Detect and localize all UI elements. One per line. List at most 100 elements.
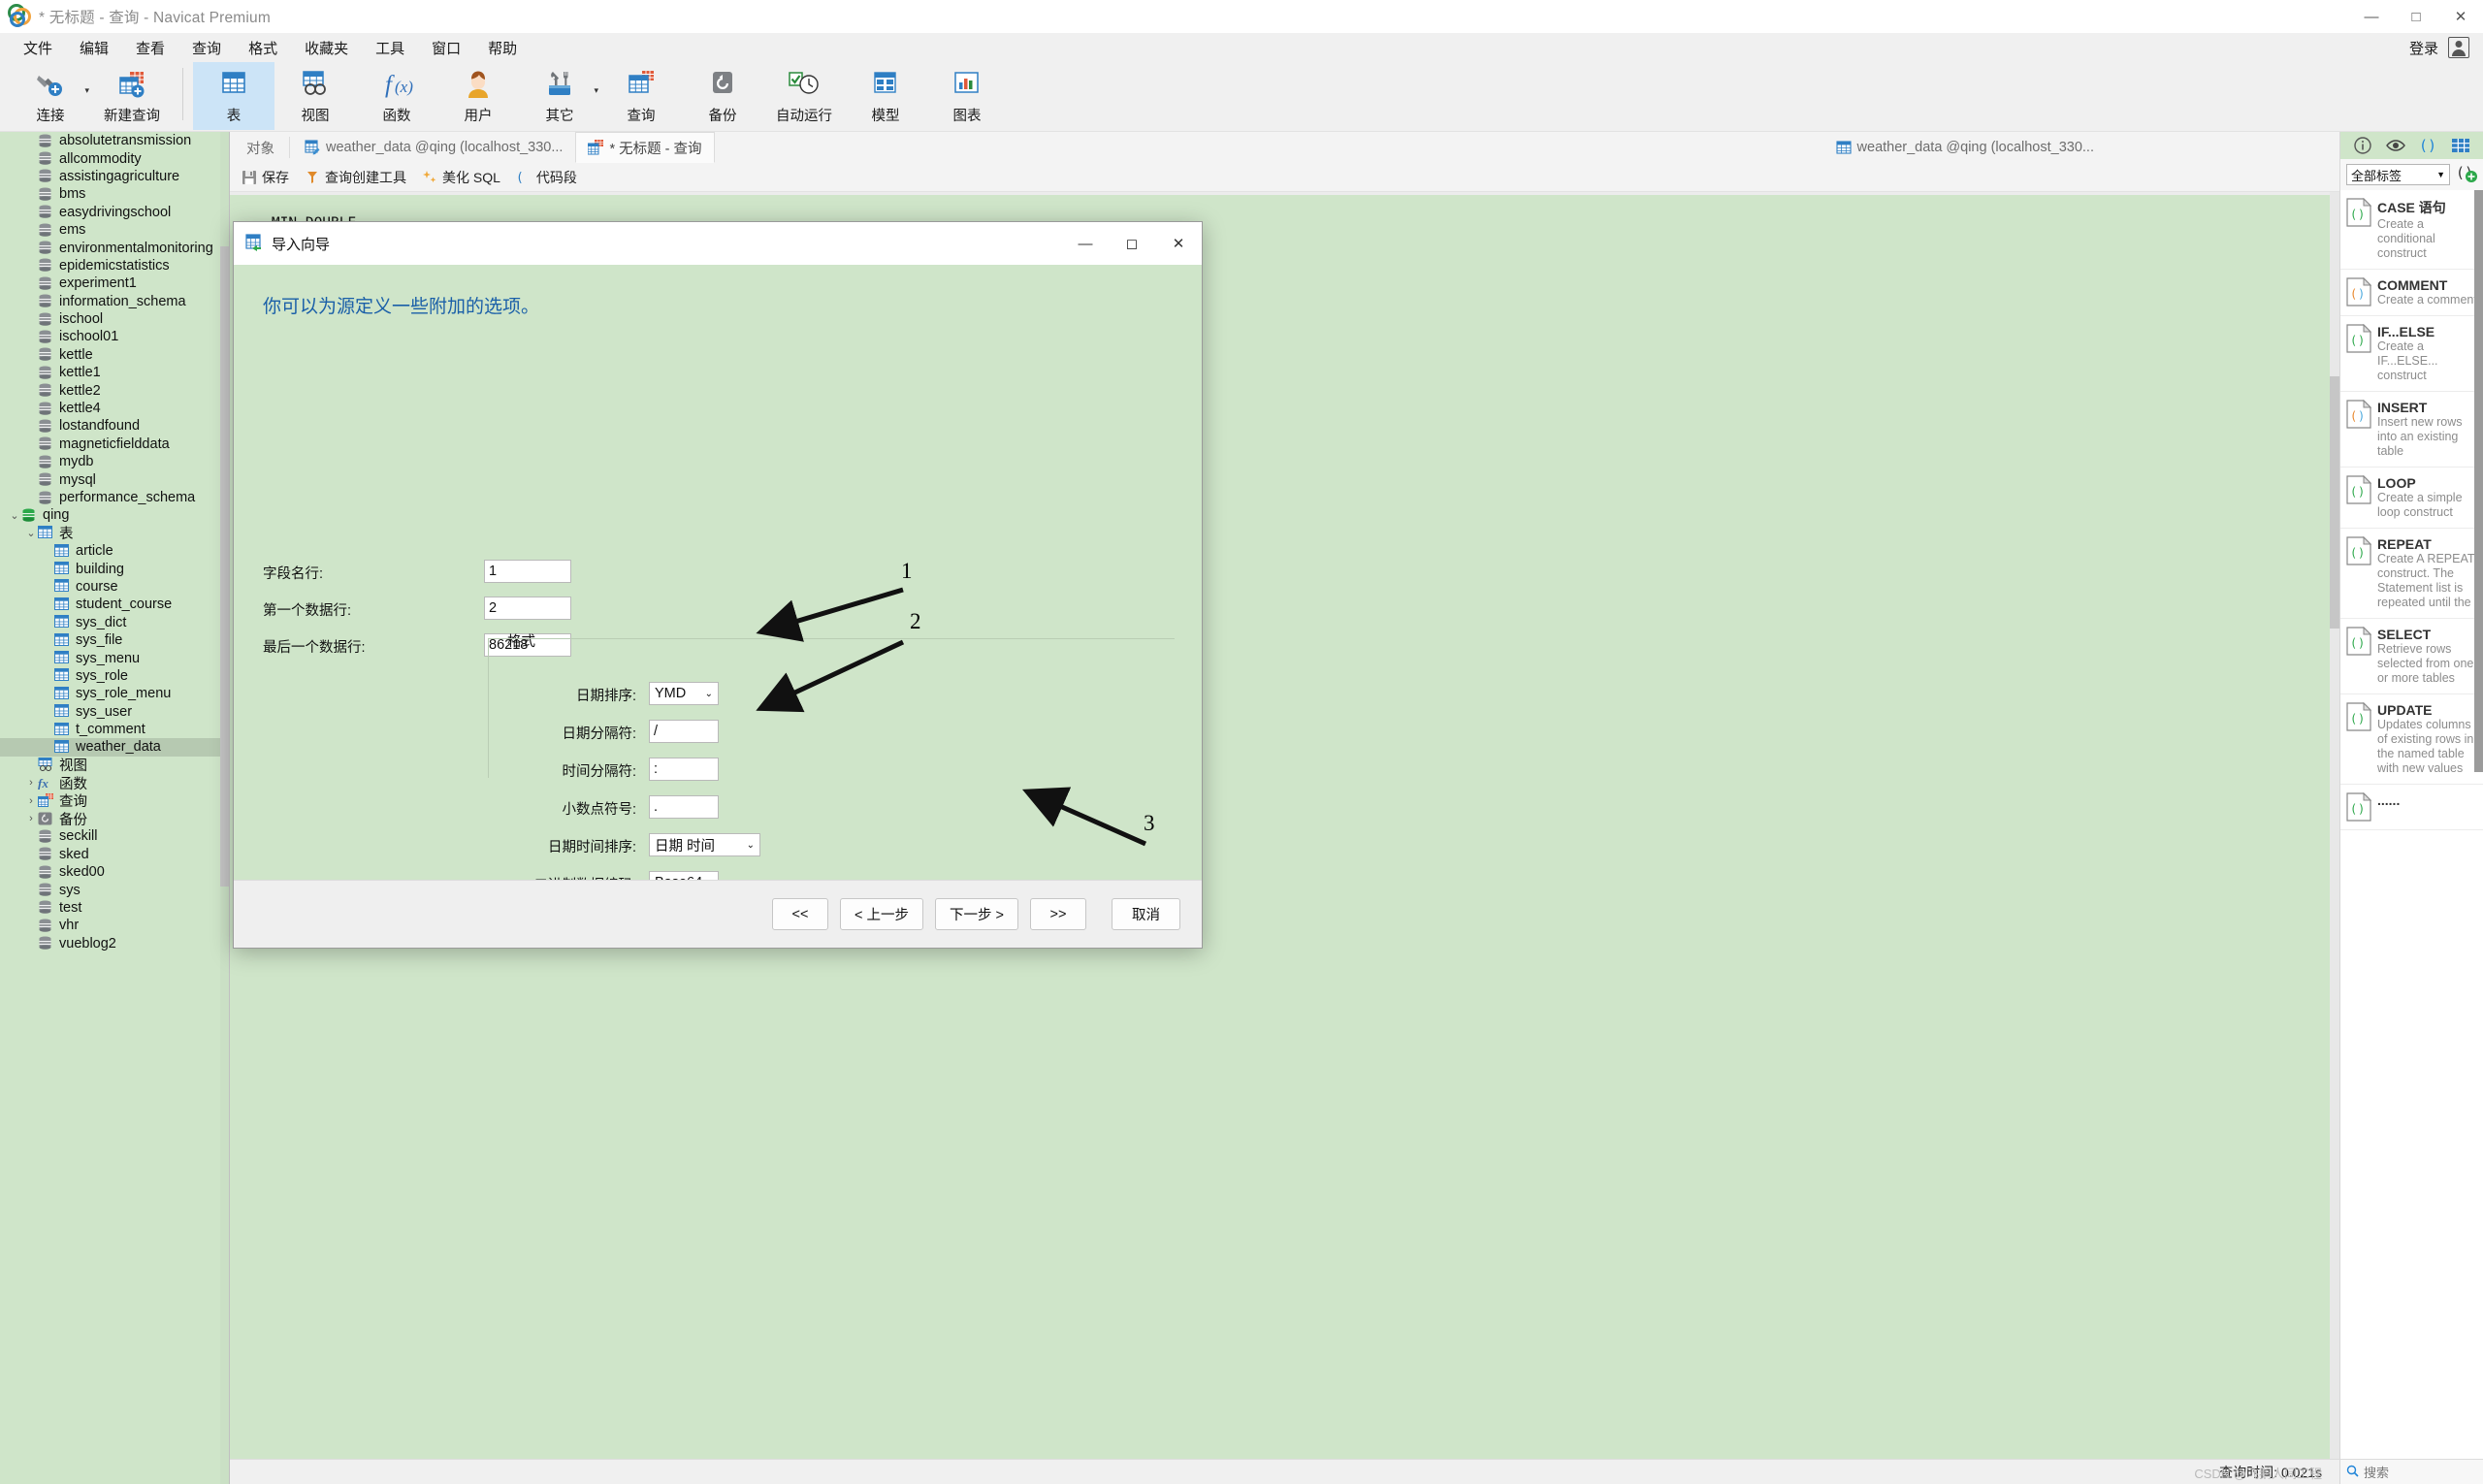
- sidebar-item-allcommodity[interactable]: allcommodity: [0, 149, 229, 167]
- minimize-button[interactable]: —: [2349, 0, 2394, 33]
- tab-untitled-query[interactable]: * 无标题 - 查询: [575, 132, 714, 163]
- chevron-down-icon[interactable]: ▾: [594, 85, 598, 96]
- editor-splitter[interactable]: [230, 192, 2339, 195]
- login-label[interactable]: 登录: [2409, 38, 2438, 58]
- ribbon-query[interactable]: 查询: [600, 62, 682, 130]
- tab-weather-data-editor[interactable]: weather_data @qing (localhost_330...: [292, 132, 575, 163]
- sidebar-item-building[interactable]: building: [0, 560, 229, 577]
- cancel-button[interactable]: 取消: [1112, 898, 1180, 930]
- sidebar-item-mydb[interactable]: mydb: [0, 453, 229, 470]
- ribbon-backup[interactable]: 备份: [682, 62, 763, 130]
- menu-help[interactable]: 帮助: [476, 35, 529, 61]
- sidebar-item-kettle1[interactable]: kettle1: [0, 364, 229, 381]
- save-button[interactable]: 保存: [242, 168, 289, 187]
- format-field-select[interactable]: 日期 时间⌄: [649, 833, 760, 856]
- format-field-input[interactable]: :: [649, 758, 719, 781]
- menu-format[interactable]: 格式: [237, 35, 289, 61]
- sidebar-item-sys[interactable]: sys: [0, 881, 229, 898]
- code-brackets-icon[interactable]: (): [2418, 136, 2437, 155]
- query-builder-button[interactable]: 查询创建工具: [305, 168, 406, 187]
- sidebar-item-sys_role_menu[interactable]: sys_role_menu: [0, 685, 229, 702]
- ribbon-new-query[interactable]: 新建查询: [91, 62, 173, 130]
- menu-edit[interactable]: 编辑: [68, 35, 120, 61]
- sidebar-item-ischool01[interactable]: ischool01: [0, 328, 229, 345]
- editor-scrollbar[interactable]: [2330, 192, 2339, 1459]
- sidebar-item-assistingagriculture[interactable]: assistingagriculture: [0, 168, 229, 185]
- sidebar-item-sys_dict[interactable]: sys_dict: [0, 614, 229, 631]
- sidebar-item-magneticfielddata[interactable]: magneticfielddata: [0, 436, 229, 453]
- menu-tools[interactable]: 工具: [364, 35, 416, 61]
- sidebar-item-sys_menu[interactable]: sys_menu: [0, 649, 229, 666]
- snippet-item[interactable]: ()IF...ELSECreate a IF...ELSE... constru…: [2340, 316, 2483, 392]
- snippet-tag-select[interactable]: 全部标签 ▼: [2346, 164, 2450, 185]
- sidebar-item-sys_file[interactable]: sys_file: [0, 631, 229, 649]
- import-wizard-dialog[interactable]: 导入向导 — ◻ ✕ 你可以为源定义一些附加的选项。 字段名行:1第一个数据行:…: [233, 221, 1203, 949]
- ribbon-table[interactable]: 表: [193, 62, 274, 130]
- last-button[interactable]: >>: [1030, 898, 1086, 930]
- sidebar-item-environmentalmonitoring[interactable]: environmentalmonitoring: [0, 239, 229, 256]
- maximize-button[interactable]: □: [2394, 0, 2438, 33]
- snippet-item[interactable]: ()LOOPCreate a simple loop construct: [2340, 468, 2483, 529]
- sidebar-item-t_comment[interactable]: t_comment: [0, 721, 229, 738]
- snippet-scrollbar-thumb[interactable]: [2474, 190, 2483, 772]
- dialog-maximize-button[interactable]: ◻: [1109, 222, 1155, 265]
- menu-view[interactable]: 查看: [124, 35, 177, 61]
- sidebar-item-article[interactable]: article: [0, 542, 229, 560]
- chevron-down-icon[interactable]: ⌄: [705, 689, 713, 699]
- snippet-item[interactable]: ()......: [2340, 785, 2483, 830]
- snippet-item[interactable]: ()INSERTInsert new rows into an existing…: [2340, 392, 2483, 468]
- field-input[interactable]: 2: [484, 597, 571, 620]
- sidebar-item-vueblog2[interactable]: vueblog2: [0, 935, 229, 952]
- previous-button[interactable]: < 上一步: [840, 898, 923, 930]
- sidebar-item-mysql[interactable]: mysql: [0, 470, 229, 488]
- tab-weather-data-table[interactable]: weather_data @qing (localhost_330...: [1823, 132, 2107, 163]
- grid-icon[interactable]: [2451, 136, 2470, 155]
- database-tree-sidebar[interactable]: absolutetransmissionallcommodityassistin…: [0, 132, 230, 1484]
- sidebar-item-kettle2[interactable]: kettle2: [0, 381, 229, 399]
- snippet-item[interactable]: ()REPEATCreate A REPEAT construct. The S…: [2340, 529, 2483, 619]
- database-tree[interactable]: absolutetransmissionallcommodityassistin…: [0, 132, 229, 952]
- format-field-select[interactable]: YMD⌄: [649, 682, 719, 705]
- snippet-search-input[interactable]: 搜索: [2364, 1463, 2389, 1481]
- close-button[interactable]: ✕: [2438, 0, 2483, 33]
- menu-query[interactable]: 查询: [180, 35, 233, 61]
- eye-icon[interactable]: [2386, 136, 2405, 155]
- sidebar-item-ischool[interactable]: ischool: [0, 310, 229, 328]
- sidebar-item-sked[interactable]: sked: [0, 846, 229, 863]
- field-input[interactable]: 1: [484, 560, 571, 583]
- snippet-item[interactable]: ()CASE 语句Create a conditional construct: [2340, 190, 2483, 270]
- chevron-down-icon[interactable]: ▾: [84, 85, 89, 96]
- menu-favorites[interactable]: 收藏夹: [293, 35, 360, 61]
- sidebar-item--[interactable]: ›fx函数: [0, 774, 229, 791]
- sidebar-item-bms[interactable]: bms: [0, 185, 229, 203]
- sidebar-scrollbar-thumb[interactable]: [220, 246, 229, 887]
- next-button[interactable]: 下一步 >: [935, 898, 1018, 930]
- ribbon-view[interactable]: 视图: [274, 62, 356, 130]
- sidebar-item-epidemicstatistics[interactable]: epidemicstatistics: [0, 257, 229, 274]
- format-field-input[interactable]: .: [649, 795, 719, 819]
- beautify-sql-button[interactable]: 美化 SQL: [422, 168, 500, 187]
- info-icon[interactable]: [2353, 136, 2372, 155]
- sidebar-item-sys_user[interactable]: sys_user: [0, 703, 229, 721]
- dialog-minimize-button[interactable]: —: [1062, 222, 1109, 265]
- snippet-item[interactable]: ()SELECTRetrieve rows selected from one …: [2340, 619, 2483, 694]
- sidebar-item--[interactable]: ›查询: [0, 791, 229, 809]
- sidebar-item--[interactable]: ⌄表: [0, 525, 229, 542]
- ribbon-function[interactable]: f (x) 函数: [356, 62, 437, 130]
- sidebar-item-course[interactable]: course: [0, 578, 229, 596]
- sidebar-item-absolutetransmission[interactable]: absolutetransmission: [0, 132, 229, 149]
- editor-scrollbar-thumb[interactable]: [2330, 376, 2339, 629]
- sidebar-item-weather_data[interactable]: weather_data: [0, 738, 229, 756]
- sidebar-item-performance_schema[interactable]: performance_schema: [0, 489, 229, 506]
- ribbon-connection[interactable]: 连接 ▾: [10, 62, 91, 130]
- ribbon-automation[interactable]: 自动运行: [763, 62, 845, 130]
- first-button[interactable]: <<: [772, 898, 828, 930]
- sidebar-item--[interactable]: ›备份: [0, 810, 229, 827]
- add-snippet-icon[interactable]: (): [2456, 162, 2477, 188]
- sidebar-item-easydrivingschool[interactable]: easydrivingschool: [0, 204, 229, 221]
- ribbon-chart[interactable]: 图表: [926, 62, 1008, 130]
- sidebar-item-information_schema[interactable]: information_schema: [0, 293, 229, 310]
- snippet-list[interactable]: ()CASE 语句Create a conditional construct (…: [2340, 190, 2483, 1459]
- ribbon-user[interactable]: 用户: [437, 62, 519, 130]
- ribbon-model[interactable]: 模型: [845, 62, 926, 130]
